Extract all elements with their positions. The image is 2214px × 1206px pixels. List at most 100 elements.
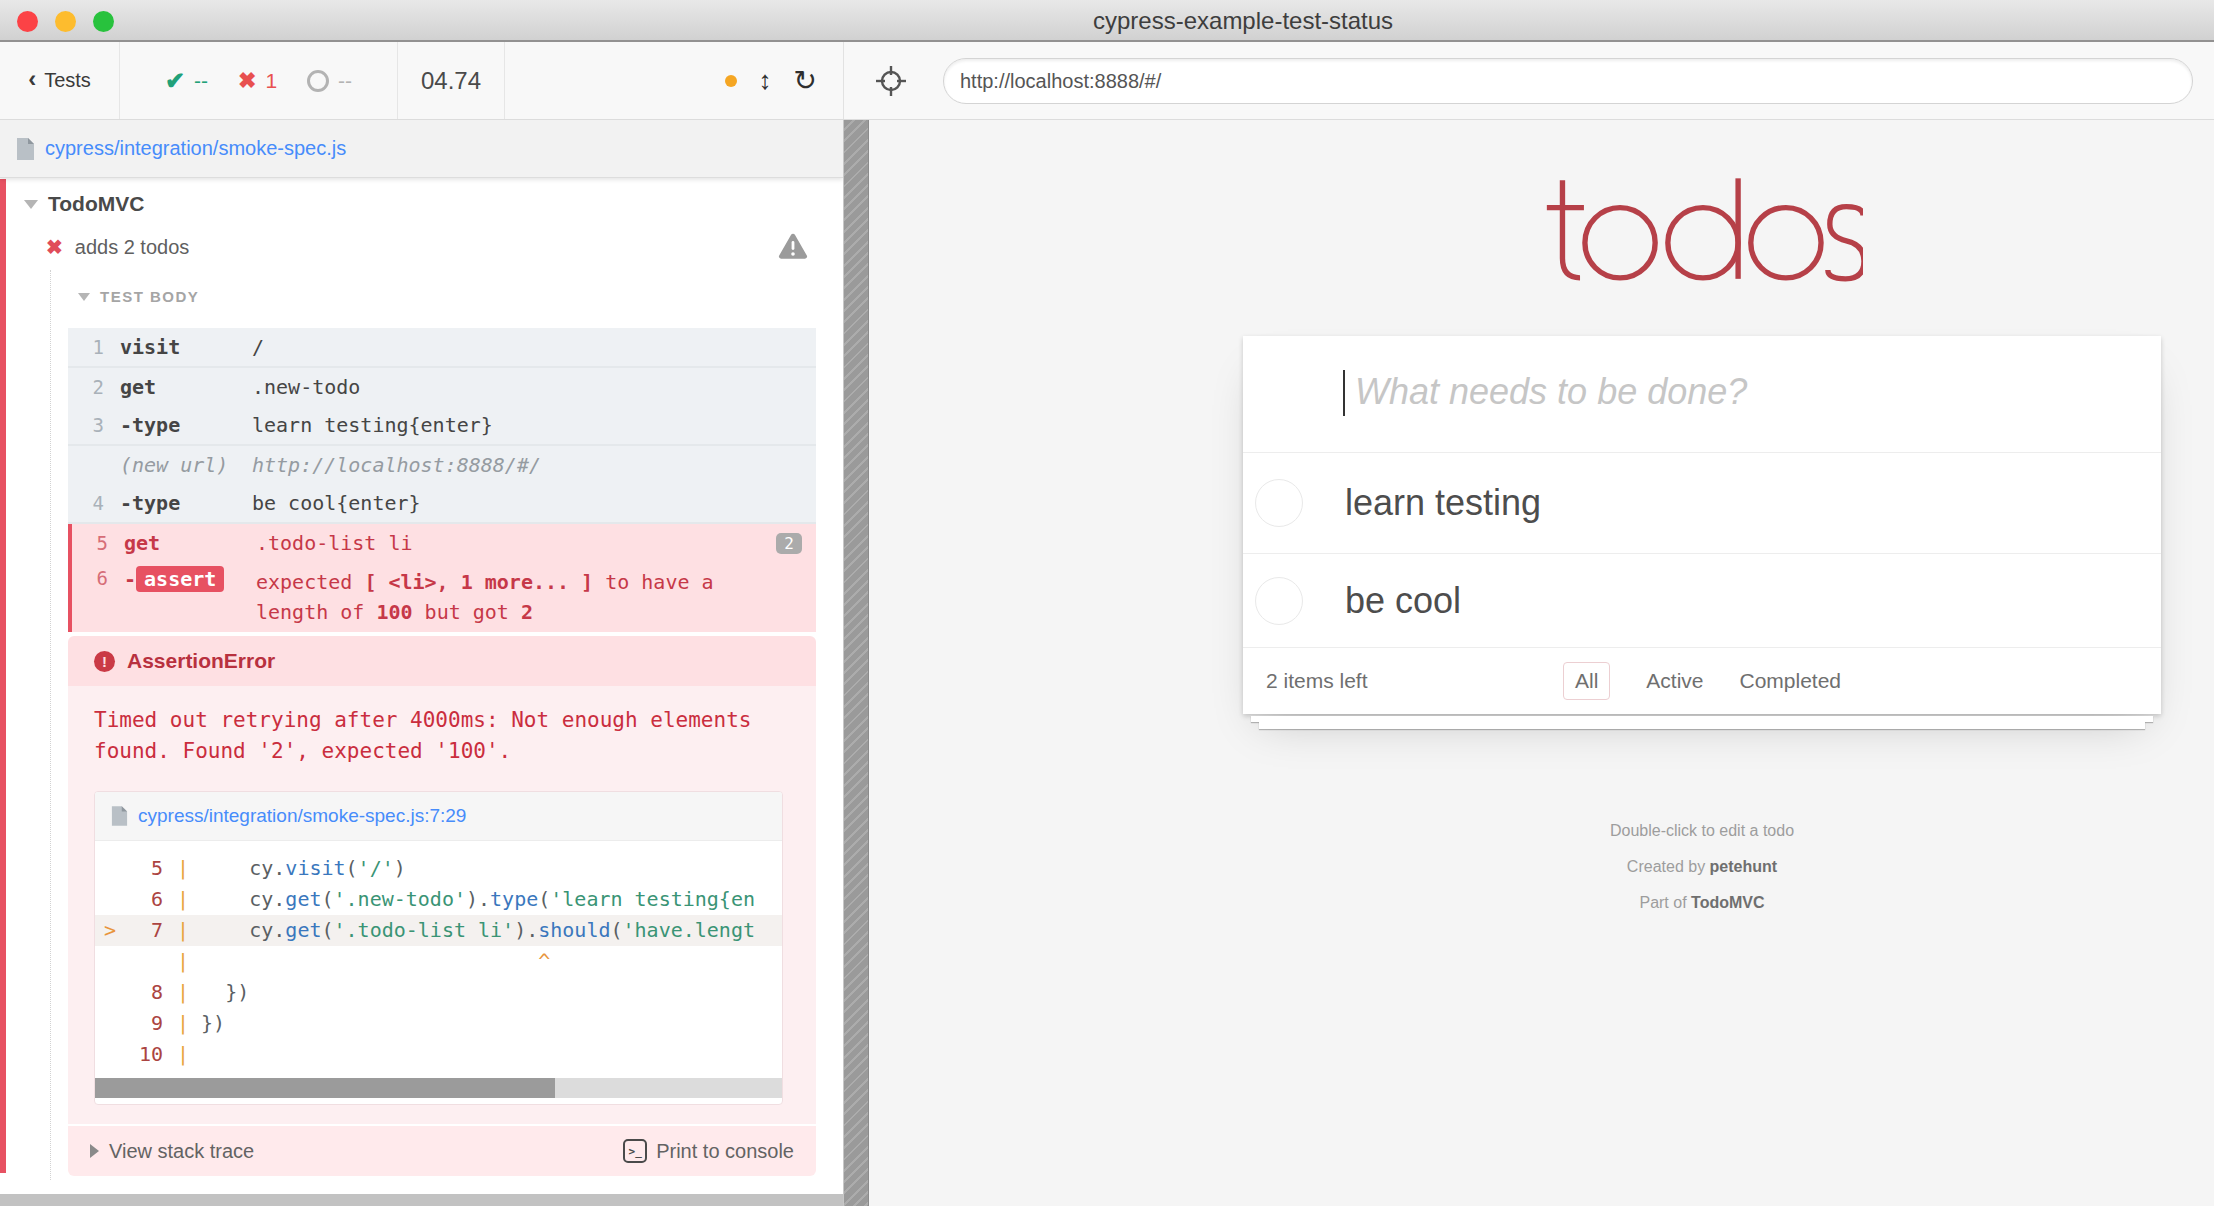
code-line-caret: | ^ <box>95 946 782 977</box>
app-info-footer: Double-click to edit a todo Created by p… <box>1243 822 2161 930</box>
command-message: .todo-list li <box>242 531 776 555</box>
spec-path-link[interactable]: cypress/integration/smoke-spec.js <box>45 137 346 160</box>
assert-pill: assert <box>136 566 224 592</box>
command-number: 3 <box>68 414 104 436</box>
print-to-console-button[interactable]: >_ Print to console <box>623 1139 794 1163</box>
todo-footer: 2 items left All Active Completed <box>1243 648 2161 714</box>
command-number: 1 <box>68 336 104 358</box>
error-title: AssertionError <box>127 649 275 673</box>
new-todo-input[interactable]: What needs to be done? <box>1243 336 2161 453</box>
todomvc-link[interactable]: TodoMVC <box>1691 894 1764 911</box>
command-name: get <box>124 531 242 555</box>
check-icon: ✔ <box>165 67 185 95</box>
selector-playground-button[interactable] <box>874 42 908 119</box>
code-frame-file-link[interactable]: cypress/integration/smoke-spec.js:7:29 <box>138 805 466 827</box>
stat-pending: -- <box>307 69 352 93</box>
test-duration: 04.74 <box>398 42 505 119</box>
spec-header: cypress/integration/smoke-spec.js <box>0 120 843 178</box>
code-frame-header: cypress/integration/smoke-spec.js:7:29 <box>95 792 782 841</box>
command-message: http://localhost:8888/#/ <box>238 453 816 477</box>
info-part-of: Part of TodoMVC <box>1243 894 2161 912</box>
info-edit-hint: Double-click to edit a todo <box>1243 822 2161 840</box>
command-row-assert[interactable]: 6 -assert expected [ <li>, 1 more... ] t… <box>72 562 816 632</box>
warning-icon <box>778 233 808 267</box>
assertion-error-block: ! AssertionError Timed out retrying afte… <box>68 636 816 1176</box>
minimize-window-button[interactable] <box>55 11 76 32</box>
command-row-type2[interactable]: 4 -type be cool{enter} <box>68 484 816 522</box>
element-count-badge: 2 <box>776 533 802 554</box>
card-stack-sheet <box>1259 722 2145 729</box>
error-message: Timed out retrying after 4000ms: Not eno… <box>94 705 790 767</box>
author-link[interactable]: petehunt <box>1710 858 1778 875</box>
command-number: 4 <box>68 492 104 514</box>
code-scrollbar-thumb[interactable] <box>95 1078 555 1098</box>
command-name: -assert <box>124 567 242 591</box>
passed-count: -- <box>194 69 208 93</box>
command-number: 5 <box>72 532 108 554</box>
error-body: Timed out retrying after 4000ms: Not eno… <box>68 686 816 1124</box>
text-caret <box>1343 370 1345 416</box>
code-line-7-highlighted: >7| cy.get('.todo-list li').should('have… <box>95 915 782 946</box>
command-name: -type <box>120 491 238 515</box>
filter-completed[interactable]: Completed <box>1739 669 1841 693</box>
testbody-label: TEST BODY <box>100 288 199 305</box>
filter-all[interactable]: All <box>1563 662 1610 700</box>
command-row-get[interactable]: 2 get .new-todo <box>68 368 816 406</box>
todoapp-card: What needs to be done? learn testing be … <box>1243 336 2161 714</box>
command-group: 2 get .new-todo 3 -type learn testing{en… <box>68 368 816 446</box>
stat-passed: ✔ -- <box>165 67 208 95</box>
duration-value: 04.74 <box>421 67 481 95</box>
test-name: adds 2 todos <box>75 236 190 259</box>
print-to-console-label: Print to console <box>656 1140 794 1163</box>
code-frame-body: 5| cy.visit('/') 6| cy.get('.new-todo').… <box>95 841 782 1104</box>
close-window-button[interactable] <box>17 11 38 32</box>
error-info-icon: ! <box>94 651 115 672</box>
zoom-window-button[interactable] <box>93 11 114 32</box>
viewport-scale-icon[interactable]: ↕ <box>759 65 772 96</box>
error-header: ! AssertionError <box>68 636 816 686</box>
code-frame: cypress/integration/smoke-spec.js:7:29 5… <box>94 791 783 1105</box>
todo-toggle-checkbox[interactable] <box>1255 479 1303 527</box>
command-group: (new url) http://localhost:8888/#/ 4 -ty… <box>68 446 816 524</box>
url-address-bar[interactable]: http://localhost:8888/#/ <box>943 58 2193 104</box>
command-row-visit[interactable]: 1 visit / <box>68 328 816 366</box>
suite-todomvc[interactable]: TodoMVC <box>24 192 144 216</box>
todo-label[interactable]: learn testing <box>1345 482 1541 524</box>
command-row-type[interactable]: 3 -type learn testing{enter} <box>68 406 816 444</box>
todo-toggle-checkbox[interactable] <box>1255 577 1303 625</box>
filter-active[interactable]: Active <box>1646 669 1703 693</box>
test-adds-2-todos[interactable]: ✖ adds 2 todos <box>46 235 189 259</box>
new-todo-placeholder: What needs to be done? <box>1355 336 1747 448</box>
url-text: http://localhost:8888/#/ <box>960 70 1161 92</box>
todo-filters: All Active Completed <box>1243 648 2161 714</box>
suite-name: TodoMVC <box>48 192 144 216</box>
toolbar: ‹ Tests ✔ -- ✖ 1 -- 04.74 ↕ ↻ <box>0 42 2214 120</box>
test-failed-icon: ✖ <box>46 235 63 259</box>
x-icon: ✖ <box>238 68 256 94</box>
todos-wordmark <box>1541 177 1863 287</box>
code-line-6: 6| cy.get('.new-todo').type('learn testi… <box>95 884 782 915</box>
command-number: 2 <box>68 376 104 398</box>
back-to-tests-button[interactable]: ‹ Tests <box>0 42 120 119</box>
command-row-new-url[interactable]: (new url) http://localhost:8888/#/ <box>68 446 816 484</box>
command-number: 6 <box>72 567 108 589</box>
view-stack-trace-button[interactable]: View stack trace <box>90 1140 254 1163</box>
refresh-icon[interactable]: ↻ <box>794 64 817 97</box>
command-group: 1 visit / <box>68 328 816 368</box>
todo-label[interactable]: be cool <box>1345 580 1461 622</box>
testbody-caret-icon <box>78 293 90 301</box>
command-message: / <box>238 335 816 359</box>
toolbar-divider <box>843 42 844 119</box>
window-bottom-edge <box>0 1194 843 1206</box>
panel-resizer[interactable] <box>843 120 869 1206</box>
command-row-get-failed[interactable]: 5 get .todo-list li 2 <box>72 524 816 562</box>
code-scrollbar[interactable] <box>95 1078 782 1098</box>
error-line-arrow: > <box>95 915 125 946</box>
terminal-icon: >_ <box>623 1139 647 1163</box>
code-line-8: 8| }) <box>95 977 782 1008</box>
error-footer: View stack trace >_ Print to console <box>68 1126 816 1176</box>
window-title: cypress-example-test-status <box>1093 7 1393 35</box>
chevron-left-icon: ‹ <box>28 65 36 93</box>
command-message: learn testing{enter} <box>238 413 816 437</box>
test-body-section[interactable]: TEST BODY <box>78 288 199 305</box>
